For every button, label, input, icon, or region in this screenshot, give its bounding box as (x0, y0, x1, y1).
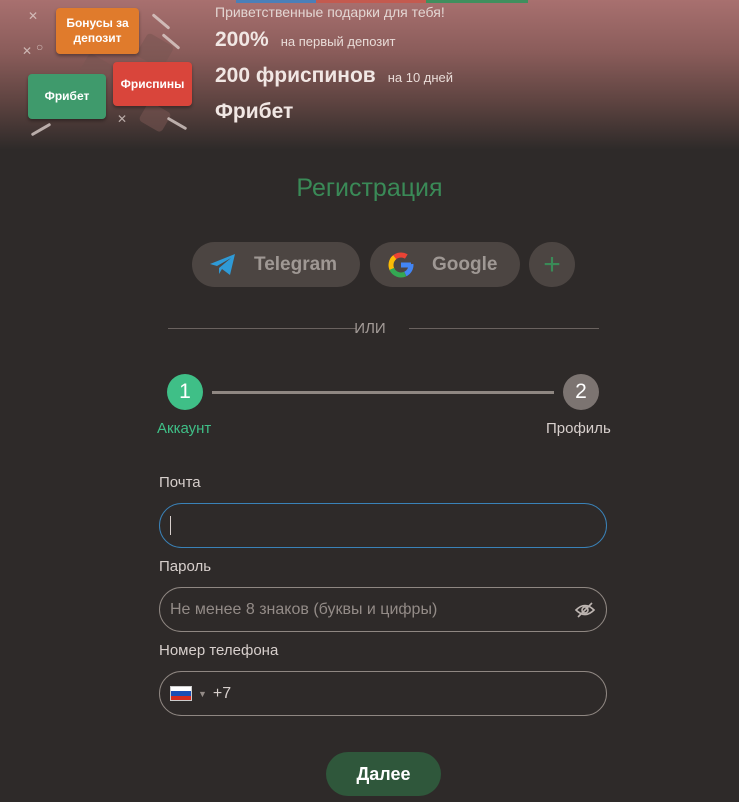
promo-offer-1: 200% на первый депозит (215, 28, 395, 52)
offer-big: Фрибет (215, 100, 294, 123)
more-social-button[interactable]: + (529, 242, 575, 287)
google-label: Google (432, 253, 498, 275)
top-stripe-green (426, 0, 528, 3)
offer-big: 200 фриспинов (215, 64, 376, 87)
telegram-button[interactable]: Telegram (192, 242, 360, 287)
promo-greeting: Приветственные подарки для тебя! (215, 4, 445, 20)
top-stripe-red (316, 0, 426, 3)
plus-icon: + (543, 247, 561, 281)
badge-freebet: Фрибет (28, 74, 106, 119)
step-1-label: Аккаунт (157, 420, 212, 437)
promo-offer-2: 200 фриспинов на 10 дней (215, 64, 453, 88)
decor-x-icon: ✕ (28, 9, 39, 23)
email-label: Почта (159, 474, 201, 491)
divider-text: ИЛИ (354, 320, 386, 337)
offer-small: на первый депозит (280, 34, 396, 49)
decor-line (30, 122, 52, 137)
text-caret (170, 516, 171, 535)
country-select[interactable]: ▼ (170, 686, 207, 701)
decor-circle-icon: ○ (36, 40, 44, 54)
password-label: Пароль (159, 558, 212, 575)
step-1-circle: 1 (167, 374, 203, 410)
step-2-circle: 2 (563, 374, 599, 410)
phone-label: Номер телефона (159, 642, 279, 659)
decor-line (166, 116, 188, 131)
promo-banner: ✕ ✕ ✕ ○ Бонусы за депозит Фрибет Фриспин… (0, 0, 739, 150)
eye-off-icon[interactable] (574, 600, 596, 625)
chevron-down-icon: ▼ (198, 688, 207, 699)
badge-deposit-bonus: Бонусы за депозит (56, 8, 139, 54)
decor-line (151, 13, 171, 30)
telegram-label: Telegram (254, 253, 338, 275)
divider-right (409, 328, 599, 329)
password-placeholder: Не менее 8 знаков (буквы и цифры) (170, 600, 438, 618)
password-field[interactable]: Не менее 8 знаков (буквы и цифры) (159, 587, 607, 632)
russia-flag-icon (170, 686, 192, 701)
email-field[interactable] (159, 503, 607, 548)
phone-prefix: +7 (212, 684, 232, 702)
phone-field[interactable]: ▼ +7 (159, 671, 607, 716)
next-button[interactable]: Далее (326, 752, 441, 796)
badge-freespins: Фриспины (113, 62, 192, 106)
step-2-label: Профиль (546, 420, 611, 437)
google-icon (386, 250, 416, 280)
google-button[interactable]: Google (370, 242, 520, 287)
decor-x-icon: ✕ (22, 44, 33, 58)
offer-big: 200% (215, 28, 269, 51)
decor-x-icon: ✕ (117, 112, 128, 126)
offer-small: на 10 дней (387, 70, 454, 85)
telegram-icon (208, 250, 238, 280)
top-stripe-blue (236, 0, 316, 3)
page-title: Регистрация (296, 174, 443, 202)
promo-offer-3: Фрибет (215, 100, 293, 124)
divider-left (168, 328, 356, 329)
stepper-line (212, 391, 554, 394)
